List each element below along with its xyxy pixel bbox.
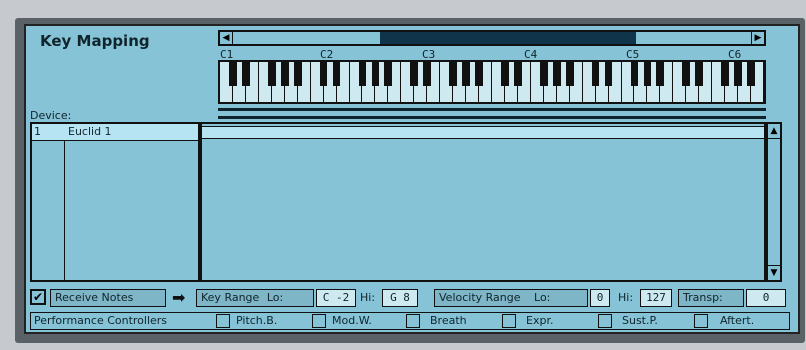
aftertouch-checkbox[interactable]: [694, 314, 708, 328]
black-key[interactable]: [229, 62, 237, 86]
black-key[interactable]: [293, 62, 302, 86]
black-key[interactable]: [267, 62, 276, 86]
black-key[interactable]: [643, 62, 652, 86]
expression-checkbox[interactable]: [502, 314, 516, 328]
panel-title: Key Mapping: [40, 32, 150, 50]
velocity-lo-label: Lo:: [534, 291, 551, 304]
sustain-pedal-checkbox[interactable]: [598, 314, 612, 328]
black-key[interactable]: [630, 62, 639, 86]
mod-wheel-checkbox[interactable]: [312, 314, 326, 328]
black-key[interactable]: [410, 62, 419, 86]
velocity-range-label: Velocity Range: [439, 291, 521, 304]
device-number: 1: [34, 125, 41, 138]
device-row[interactable]: 1 Euclid 1: [32, 124, 198, 141]
mod-wheel-label: Mod.W.: [332, 314, 372, 327]
vertical-scrollbar[interactable]: ▲ ▼: [766, 122, 782, 282]
black-key[interactable]: [501, 62, 509, 86]
black-key[interactable]: [695, 62, 704, 86]
velocity-hi-value[interactable]: 127: [640, 289, 672, 307]
black-key[interactable]: [539, 62, 548, 86]
transpose-label: Transp:: [678, 289, 744, 307]
key-hi-value[interactable]: G 8: [382, 289, 418, 307]
sustain-pedal-label: Sust.P.: [622, 314, 658, 327]
receive-notes-button[interactable]: Receive Notes: [50, 289, 166, 307]
performance-controllers-label: Performance Controllers: [34, 314, 168, 327]
receive-settings-row: ✔ Receive Notes ➡ Key Range Lo: C -2 Hi:…: [30, 289, 790, 307]
key-zone-area: [200, 122, 766, 282]
transpose-value[interactable]: 0: [746, 289, 786, 307]
device-label: Device:: [30, 109, 72, 122]
key-range-section: Key Range Lo:: [196, 289, 314, 307]
scroll-down-arrow-icon[interactable]: ▼: [768, 265, 780, 280]
black-key[interactable]: [565, 62, 574, 86]
black-key[interactable]: [462, 62, 470, 86]
breath-checkbox[interactable]: [406, 314, 420, 328]
horizontal-scrollbar[interactable]: ◀ ▶: [218, 30, 766, 46]
black-key[interactable]: [449, 62, 458, 86]
black-key[interactable]: [475, 62, 483, 86]
black-key[interactable]: [358, 62, 367, 86]
scroll-up-arrow-icon[interactable]: ▲: [768, 124, 780, 139]
key-hi-label: Hi:: [360, 291, 376, 304]
black-key[interactable]: [552, 62, 561, 86]
breath-label: Breath: [430, 314, 467, 327]
pitch-bend-checkbox[interactable]: [216, 314, 230, 328]
key-lo-label: Lo:: [266, 291, 284, 304]
expression-label: Expr.: [526, 314, 554, 327]
black-key[interactable]: [423, 62, 432, 86]
aftertouch-label: Aftert.: [720, 314, 755, 327]
black-key[interactable]: [604, 62, 613, 86]
black-key[interactable]: [514, 62, 522, 86]
scroll-thumb[interactable]: [380, 32, 636, 44]
black-key[interactable]: [734, 62, 742, 86]
key-zone-bar[interactable]: [202, 126, 764, 139]
black-key[interactable]: [319, 62, 328, 86]
device-name: Euclid 1: [68, 125, 112, 138]
black-key[interactable]: [242, 62, 250, 86]
key-lo-value[interactable]: C -2: [316, 289, 356, 307]
black-key[interactable]: [384, 62, 393, 86]
velocity-range-section: Velocity Range Lo:: [434, 289, 588, 307]
black-key[interactable]: [721, 62, 730, 86]
scroll-left-arrow-icon[interactable]: ◀: [220, 32, 233, 44]
black-key[interactable]: [371, 62, 380, 86]
key-range-label: Key Range: [201, 291, 260, 304]
piano-keyboard[interactable]: [218, 60, 766, 104]
black-key[interactable]: [332, 62, 341, 86]
device-list: 1 Euclid 1: [30, 122, 200, 282]
black-key[interactable]: [656, 62, 665, 86]
pitch-bend-label: Pitch.B.: [236, 314, 278, 327]
velocity-hi-label: Hi:: [618, 291, 634, 304]
arrow-right-icon: ➡: [172, 288, 186, 307]
black-key[interactable]: [682, 62, 691, 86]
keyboard-zone: ◀ ▶ C1 C2 C3 C4 C5 C6: [218, 30, 766, 126]
black-key[interactable]: [591, 62, 600, 86]
velocity-lo-value[interactable]: 0: [590, 289, 610, 307]
performance-controllers-row: Performance Controllers Pitch.B. Mod.W. …: [30, 312, 790, 330]
key-mapping-panel: Key Mapping ◀ ▶ C1 C2 C3 C4 C5 C6 Device…: [24, 24, 800, 334]
black-key[interactable]: [747, 62, 755, 86]
black-key[interactable]: [280, 62, 289, 86]
scroll-right-arrow-icon[interactable]: ▶: [751, 32, 764, 44]
receive-notes-checkbox[interactable]: ✔: [30, 289, 46, 305]
